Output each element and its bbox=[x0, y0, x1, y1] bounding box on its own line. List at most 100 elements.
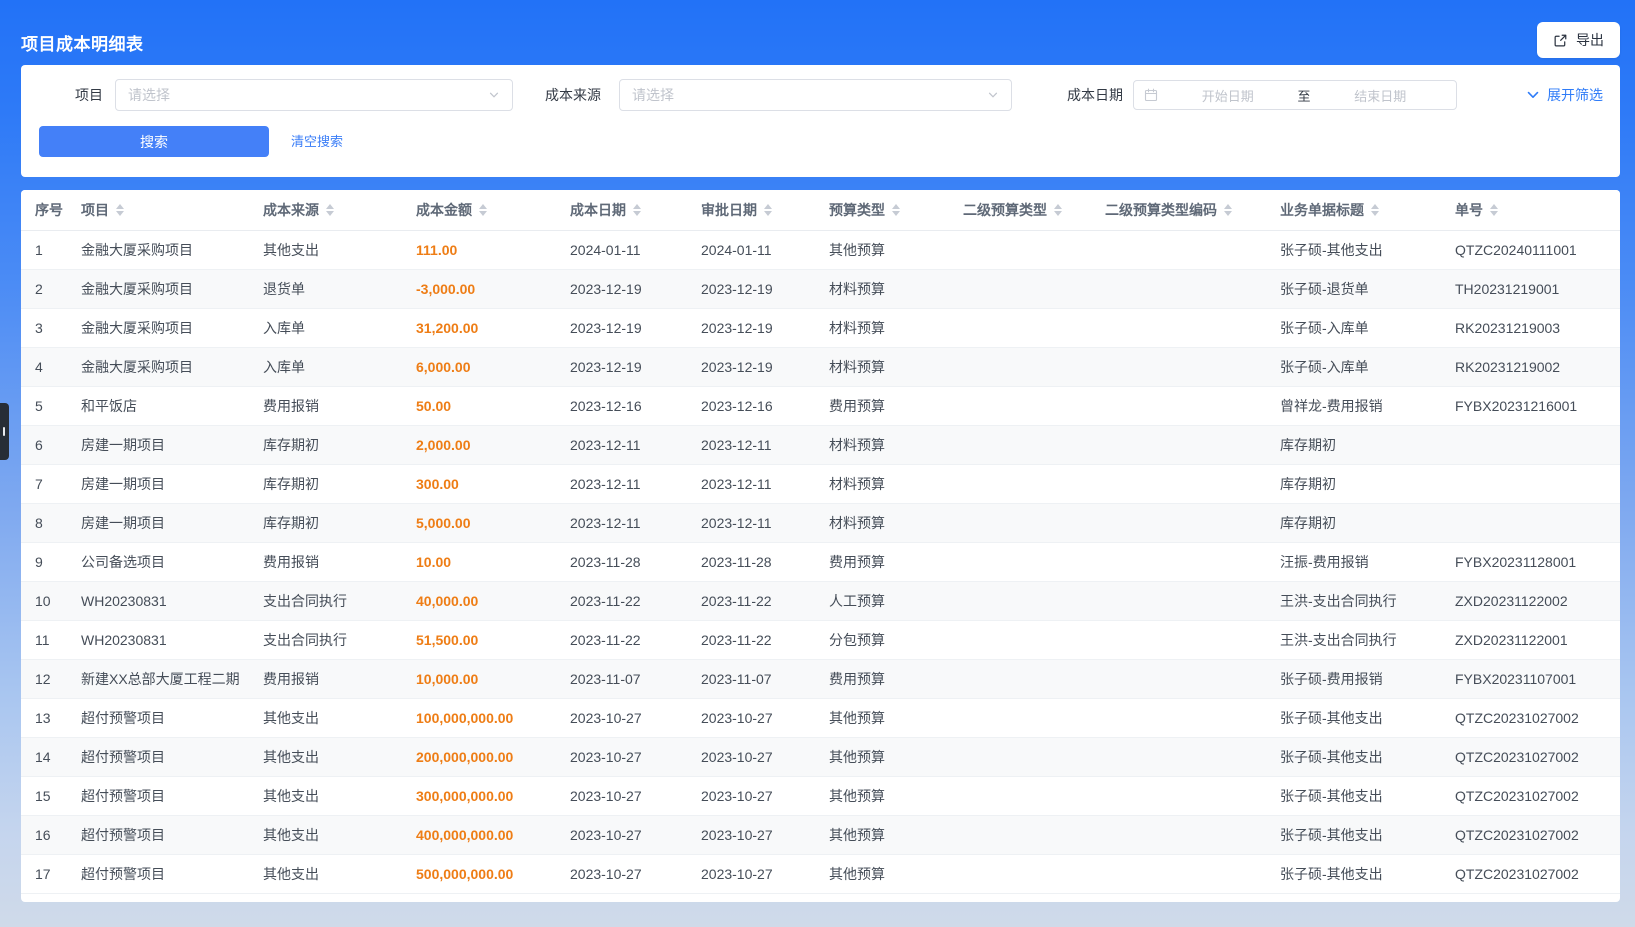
cell-cost-date: 2023-12-19 bbox=[556, 269, 687, 308]
cell-source: 其他支出 bbox=[249, 737, 402, 776]
cell-budget-type: 材料预算 bbox=[815, 464, 949, 503]
sort-icon[interactable] bbox=[1054, 204, 1062, 216]
sort-icon[interactable] bbox=[1371, 204, 1379, 216]
cell-cost-date: 2023-10-27 bbox=[556, 776, 687, 815]
cell-amount: 200,000,000.00 bbox=[402, 737, 556, 776]
clear-search-link[interactable]: 清空搜索 bbox=[291, 126, 343, 157]
cell-sub-budget-code bbox=[1091, 230, 1266, 269]
cell-sub-budget-code bbox=[1091, 620, 1266, 659]
cell-doc-no: RK20231219002 bbox=[1441, 347, 1620, 386]
cell-doc-no bbox=[1441, 425, 1620, 464]
cell-project: 房建一期项目 bbox=[67, 503, 249, 542]
cell-budget-type: 其他预算 bbox=[815, 776, 949, 815]
date-end-input[interactable]: 结束日期 bbox=[1315, 86, 1447, 105]
cell-budget-type: 材料预算 bbox=[815, 503, 949, 542]
cell-project: 公司备选项目 bbox=[67, 542, 249, 581]
column-header-4[interactable]: 成本日期 bbox=[556, 190, 687, 230]
column-label: 成本金额 bbox=[416, 202, 472, 218]
cell-amount: 10.00 bbox=[402, 542, 556, 581]
cost-date-range-picker[interactable]: 开始日期 至 结束日期 bbox=[1133, 80, 1457, 110]
cell-budget-type: 人工预算 bbox=[815, 581, 949, 620]
cell-sub-budget-code bbox=[1091, 464, 1266, 503]
cell-sub-budget-type bbox=[949, 776, 1091, 815]
cell-sub-budget-code bbox=[1091, 347, 1266, 386]
table-row: 2金融大厦采购项目退货单-3,000.002023-12-192023-12-1… bbox=[21, 269, 1620, 308]
cell-sub-budget-type bbox=[949, 620, 1091, 659]
cell-doc-no: FYBX20231128001 bbox=[1441, 542, 1620, 581]
table-row: 5和平饭店费用报销50.002023-12-162023-12-16费用预算曾祥… bbox=[21, 386, 1620, 425]
cost-source-select[interactable]: 请选择 bbox=[619, 79, 1012, 111]
sort-icon[interactable] bbox=[1224, 204, 1232, 216]
search-button[interactable]: 搜索 bbox=[39, 126, 269, 157]
cell-cost-date: 2023-10-27 bbox=[556, 698, 687, 737]
column-header-1[interactable]: 项目 bbox=[67, 190, 249, 230]
column-header-10[interactable]: 单号 bbox=[1441, 190, 1620, 230]
cell-sub-budget-code bbox=[1091, 503, 1266, 542]
sort-icon[interactable] bbox=[892, 204, 900, 216]
cell-amount: 400,000,000.00 bbox=[402, 815, 556, 854]
cell-index: 12 bbox=[21, 659, 67, 698]
cell-project: 金融大厦采购项目 bbox=[67, 308, 249, 347]
cell-source: 入库单 bbox=[249, 347, 402, 386]
cell-cost-date: 2023-11-28 bbox=[556, 542, 687, 581]
cell-sub-budget-code bbox=[1091, 854, 1266, 893]
cost-table-panel: 序号项目成本来源成本金额成本日期审批日期预算类型二级预算类型二级预算类型编码业务… bbox=[21, 190, 1620, 902]
cell-cost-date: 2023-12-11 bbox=[556, 503, 687, 542]
cell-sub-budget-type bbox=[949, 347, 1091, 386]
cell-index: 14 bbox=[21, 737, 67, 776]
table-header-row: 序号项目成本来源成本金额成本日期审批日期预算类型二级预算类型二级预算类型编码业务… bbox=[21, 190, 1620, 230]
cell-amount: 50.00 bbox=[402, 386, 556, 425]
cell-approve-date: 2024-01-11 bbox=[687, 230, 815, 269]
cell-index: 3 bbox=[21, 308, 67, 347]
cell-doc-title: 张子硕-退货单 bbox=[1266, 269, 1441, 308]
project-select[interactable]: 请选择 bbox=[115, 79, 513, 111]
cell-sub-budget-code bbox=[1091, 581, 1266, 620]
column-header-6[interactable]: 预算类型 bbox=[815, 190, 949, 230]
expand-filter-link[interactable]: 展开筛选 bbox=[1526, 79, 1603, 111]
cell-cost-date: 2023-12-19 bbox=[556, 308, 687, 347]
sort-icon[interactable] bbox=[633, 204, 641, 216]
cell-approve-date: 2023-12-11 bbox=[687, 503, 815, 542]
date-start-input[interactable]: 开始日期 bbox=[1162, 86, 1294, 105]
cell-index: 4 bbox=[21, 347, 67, 386]
cell-amount: 31,200.00 bbox=[402, 308, 556, 347]
cell-approve-date: 2023-12-16 bbox=[687, 386, 815, 425]
table-row: 6房建一期项目库存期初2,000.002023-12-112023-12-11材… bbox=[21, 425, 1620, 464]
cell-sub-budget-type bbox=[949, 815, 1091, 854]
cell-index: 16 bbox=[21, 815, 67, 854]
left-drawer-handle[interactable] bbox=[0, 403, 9, 460]
cell-source: 其他支出 bbox=[249, 854, 402, 893]
cell-index: 7 bbox=[21, 464, 67, 503]
cell-sub-budget-code bbox=[1091, 698, 1266, 737]
export-button[interactable]: 导出 bbox=[1537, 22, 1620, 58]
cell-doc-no bbox=[1441, 464, 1620, 503]
column-header-2[interactable]: 成本来源 bbox=[249, 190, 402, 230]
cell-project: 金融大厦采购项目 bbox=[67, 269, 249, 308]
column-header-5[interactable]: 审批日期 bbox=[687, 190, 815, 230]
cell-project: 新建XX总部大厦工程二期 bbox=[67, 659, 249, 698]
cell-doc-no bbox=[1441, 503, 1620, 542]
cell-index: 1 bbox=[21, 230, 67, 269]
table-row: 9公司备选项目费用报销10.002023-11-282023-11-28费用预算… bbox=[21, 542, 1620, 581]
column-header-7[interactable]: 二级预算类型 bbox=[949, 190, 1091, 230]
sort-icon[interactable] bbox=[1490, 204, 1498, 216]
sort-icon[interactable] bbox=[326, 204, 334, 216]
sort-icon[interactable] bbox=[116, 204, 124, 216]
cost-date-filter-label: 成本日期 bbox=[1067, 79, 1123, 111]
column-header-9[interactable]: 业务单据标题 bbox=[1266, 190, 1441, 230]
cell-project: 超付预警项目 bbox=[67, 737, 249, 776]
cell-project: 房建一期项目 bbox=[67, 425, 249, 464]
cell-doc-no: ZXD20231122002 bbox=[1441, 581, 1620, 620]
column-header-8[interactable]: 二级预算类型编码 bbox=[1091, 190, 1266, 230]
sort-icon[interactable] bbox=[764, 204, 772, 216]
cell-budget-type: 其他预算 bbox=[815, 815, 949, 854]
table-row: 8房建一期项目库存期初5,000.002023-12-112023-12-11材… bbox=[21, 503, 1620, 542]
cell-source: 费用报销 bbox=[249, 659, 402, 698]
sort-icon[interactable] bbox=[479, 204, 487, 216]
expand-filter-label: 展开筛选 bbox=[1547, 85, 1603, 105]
cell-sub-budget-code bbox=[1091, 815, 1266, 854]
cell-index: 9 bbox=[21, 542, 67, 581]
cell-sub-budget-type bbox=[949, 737, 1091, 776]
table-row: 1金融大厦采购项目其他支出111.002024-01-112024-01-11其… bbox=[21, 230, 1620, 269]
column-header-3[interactable]: 成本金额 bbox=[402, 190, 556, 230]
